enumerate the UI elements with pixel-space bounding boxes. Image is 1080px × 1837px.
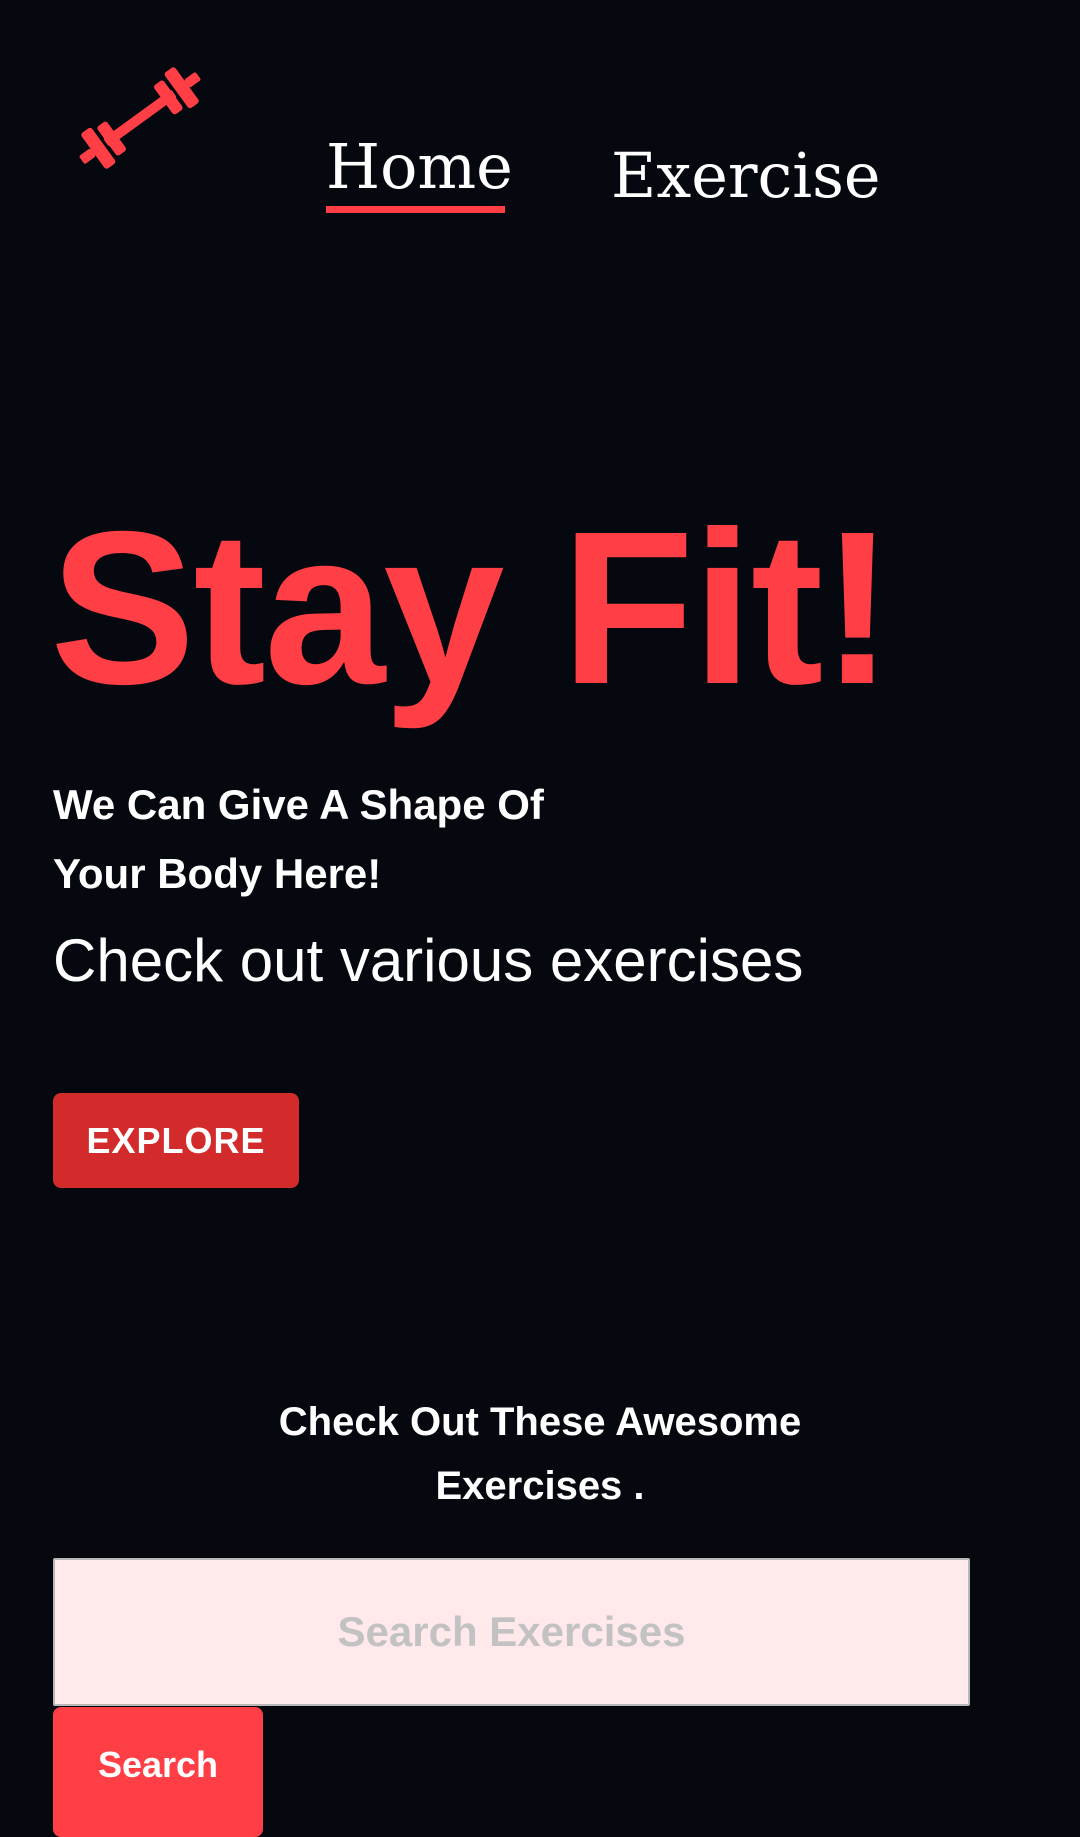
hero-tagline-line-2: Your Body Here! xyxy=(53,850,382,897)
search-button[interactable]: Search xyxy=(53,1707,263,1837)
search-section-heading: Check Out These Awesome Exercises . xyxy=(240,1390,840,1518)
hero-title: Stay Fit! xyxy=(50,487,894,730)
explore-button[interactable]: EXPLORE xyxy=(53,1093,299,1188)
hero-tagline: We Can Give A Shape Of Your Body Here! xyxy=(53,770,613,908)
search-heading-line-2: Exercises . xyxy=(435,1464,645,1508)
hero-tagline-line-1: We Can Give A Shape Of xyxy=(53,781,544,828)
hero-subtitle: Check out various exercises xyxy=(53,927,804,994)
search-heading-line-1: Check Out These Awesome xyxy=(278,1400,802,1444)
dumbbell-icon xyxy=(79,67,201,169)
dumbbell-logo-icon[interactable] xyxy=(60,62,220,182)
nav-link-exercise[interactable]: Exercise xyxy=(611,145,881,207)
nav-link-home[interactable]: Home xyxy=(326,136,513,198)
search-exercises-input[interactable] xyxy=(53,1558,970,1706)
nav-active-indicator xyxy=(326,206,505,213)
